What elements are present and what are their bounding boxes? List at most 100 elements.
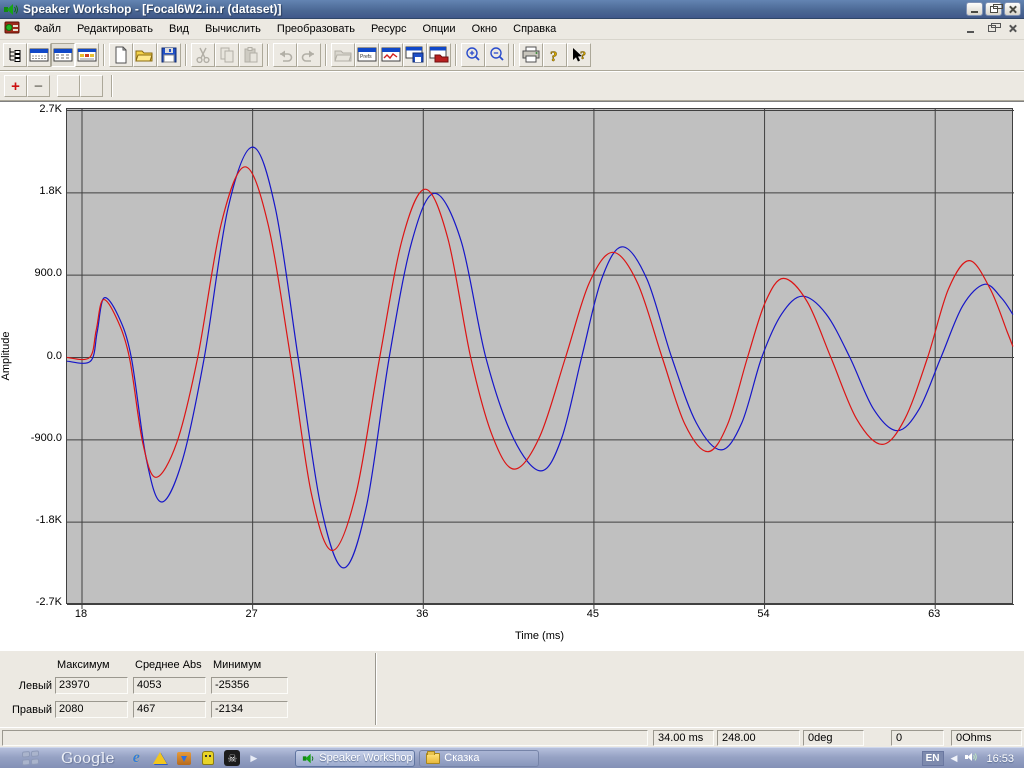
open-button[interactable] xyxy=(133,43,157,67)
stats-panel: Максимум Среднее Abs Минимум Левый 23970… xyxy=(0,650,1024,727)
minimize-icon xyxy=(971,11,978,13)
status-value-pane: 248.00 xyxy=(717,730,800,746)
chart-area: 2.7K1.8K900.00.0-900.0-1.8K-2.7K 1827364… xyxy=(0,101,1024,650)
waveform-plot[interactable] xyxy=(66,108,1013,604)
taskbar-button-label: Speaker Workshop - [... xyxy=(319,752,415,764)
properties-window-icon: Prefs xyxy=(357,46,377,64)
paste-icon xyxy=(242,46,260,64)
stats-left-max: 23970 xyxy=(55,677,128,694)
menu-file[interactable]: Файл xyxy=(26,20,69,38)
triangle-app-icon[interactable] xyxy=(152,750,168,766)
save-window-icon xyxy=(405,46,425,64)
undo-button xyxy=(273,43,297,67)
close-button[interactable] xyxy=(1004,2,1021,16)
status-bar: 34.00 ms 248.00 0deg 0 0Ohms xyxy=(0,727,1024,747)
language-indicator[interactable]: EN xyxy=(922,751,944,766)
menu-calculate[interactable]: Вычислить xyxy=(197,20,269,38)
properties-window-button[interactable]: Prefs xyxy=(355,43,379,67)
qip-messenger-icon[interactable] xyxy=(200,750,216,766)
zoom-out-icon xyxy=(488,46,506,64)
undo-icon xyxy=(276,46,294,64)
status-time-pane: 34.00 ms xyxy=(653,730,714,746)
print-button[interactable] xyxy=(519,43,543,67)
context-help-button[interactable]: ? xyxy=(567,43,591,67)
status-ohms-pane: 0Ohms xyxy=(951,730,1022,746)
menu-edit[interactable]: Редактировать xyxy=(69,20,161,38)
stats-header-avg: Среднее Abs xyxy=(135,659,202,671)
mdi-close-button[interactable] xyxy=(1005,22,1020,35)
cut-icon xyxy=(194,46,212,64)
mdi-restore-button[interactable] xyxy=(984,22,999,35)
chart-window-button[interactable] xyxy=(379,43,403,67)
cut-button xyxy=(191,43,215,67)
taskbar-button-speaker-workshop[interactable]: Speaker Workshop - [... xyxy=(295,750,415,767)
x-tick-label: 63 xyxy=(919,608,949,620)
stats-right-min: -2134 xyxy=(211,701,288,718)
blank-button-2[interactable] xyxy=(80,75,103,97)
help-button[interactable]: ? xyxy=(543,43,567,67)
google-toolbar[interactable]: Google xyxy=(61,749,114,767)
chart-window-icon xyxy=(381,46,401,64)
quick-launch: e ☠ xyxy=(128,750,240,766)
add-curve-button[interactable]: + xyxy=(4,75,27,97)
internet-explorer-icon[interactable]: e xyxy=(128,750,144,766)
minus-icon: − xyxy=(34,78,43,95)
toolbar-separator xyxy=(267,44,269,66)
remove-curve-button[interactable]: − xyxy=(27,75,50,97)
new-button[interactable] xyxy=(109,43,133,67)
mdi-close-icon xyxy=(1008,24,1017,33)
stats-row-right-label: Правый xyxy=(8,704,52,716)
download-manager-icon[interactable] xyxy=(176,750,192,766)
taskbar-button-skazka[interactable]: Сказка xyxy=(419,750,539,767)
zoom-in-button[interactable] xyxy=(461,43,485,67)
menu-window[interactable]: Окно xyxy=(464,20,506,38)
redo-icon xyxy=(300,46,318,64)
quick-launch-expand-icon[interactable]: ▶ xyxy=(250,753,257,764)
save-button[interactable] xyxy=(157,43,181,67)
taskbar-button-label: Сказка xyxy=(444,752,479,764)
tray-collapse-icon[interactable]: ◀ xyxy=(951,753,958,764)
stats-right-avg: 467 xyxy=(133,701,206,718)
stats-header-max: Максимум xyxy=(57,659,110,671)
plus-icon: + xyxy=(11,78,20,95)
save-window-button[interactable] xyxy=(403,43,427,67)
menu-bar: Файл Редактировать Вид Вычислить Преобра… xyxy=(0,19,1024,40)
start-button[interactable] xyxy=(22,750,39,766)
document-icon xyxy=(4,20,20,38)
datasheet-view-button[interactable] xyxy=(27,43,51,67)
minimize-button[interactable] xyxy=(966,2,983,16)
menu-resource[interactable]: Ресурс xyxy=(363,20,414,38)
restore-button[interactable] xyxy=(985,2,1002,16)
panel-divider[interactable] xyxy=(375,653,377,725)
menu-view[interactable]: Вид xyxy=(161,20,197,38)
speaker-icon xyxy=(302,752,315,765)
menu-transform[interactable]: Преобразовать xyxy=(269,20,363,38)
toolbar-separator xyxy=(103,44,105,66)
y-tick-label: -1.8K xyxy=(6,514,62,526)
main-toolbar: Prefs ? ? xyxy=(0,40,1024,71)
system-tray: EN ◀ 16:53 xyxy=(922,748,1020,768)
menu-help[interactable]: Справка xyxy=(505,20,564,38)
menu-options[interactable]: Опции xyxy=(414,20,463,38)
new-document-icon xyxy=(112,46,130,64)
zoom-out-button[interactable] xyxy=(485,43,509,67)
tree-view-button[interactable] xyxy=(3,43,27,67)
cells-view-button[interactable] xyxy=(75,43,99,67)
volume-icon[interactable] xyxy=(964,750,979,767)
clock: 16:53 xyxy=(986,753,1014,765)
toolbar-separator xyxy=(111,75,113,97)
stats-header-min: Минимум xyxy=(213,659,261,671)
alien-app-icon[interactable]: ☠ xyxy=(224,750,240,766)
blank-button-1[interactable] xyxy=(57,75,80,97)
redo-button xyxy=(297,43,321,67)
mdi-minimize-button[interactable] xyxy=(963,22,978,35)
export-window-button[interactable] xyxy=(427,43,451,67)
status-message-pane xyxy=(2,730,648,746)
toolbar-separator xyxy=(325,44,327,66)
chart-view-button[interactable] xyxy=(51,43,75,67)
datasheet-view-icon xyxy=(29,46,49,64)
stats-left-min: -25356 xyxy=(211,677,288,694)
y-axis-title: Amplitude xyxy=(0,286,12,426)
toolbar-separator xyxy=(185,44,187,66)
title-bar: Speaker Workshop - [Focal6W2.in.r (datas… xyxy=(0,0,1024,19)
